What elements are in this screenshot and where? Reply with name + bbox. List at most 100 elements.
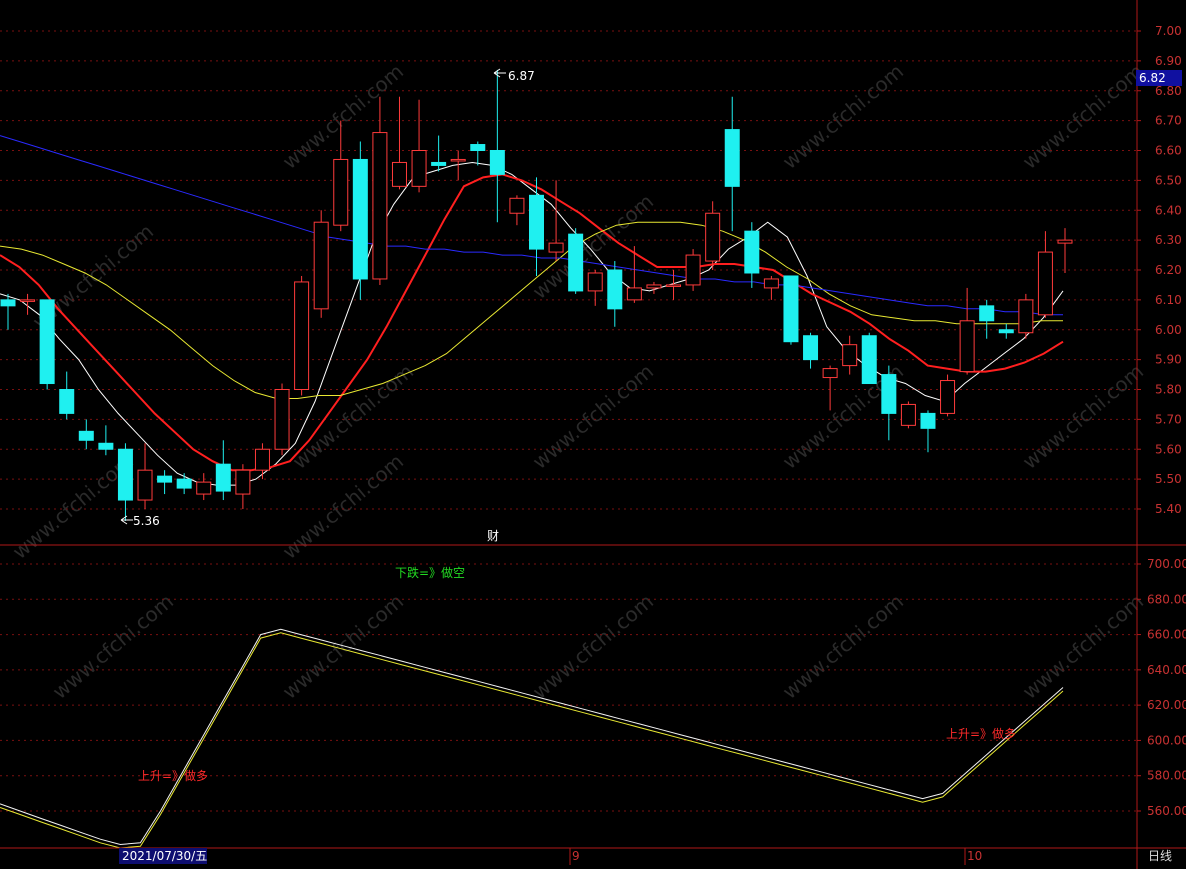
candle-down: [59, 389, 75, 414]
candle-up: [235, 469, 251, 495]
moving-average-lines: [0, 135, 1064, 486]
candle-up: [842, 344, 858, 367]
osc-tick-label: 700.00: [1147, 557, 1186, 571]
candle-up: [196, 481, 212, 495]
osc-tick-label: 660.00: [1147, 628, 1186, 642]
annotation-up-left: 上升=》做多: [138, 768, 208, 783]
candle-down: [568, 233, 584, 292]
watermark-text: www.cfchi.com: [528, 359, 658, 474]
candle-down: [920, 412, 936, 429]
osc-tick-label: 560.00: [1147, 804, 1186, 818]
watermark-text: www.cfchi.com: [278, 589, 408, 704]
month-label-10: 10: [967, 849, 982, 863]
finance-marker: 财: [487, 529, 499, 543]
watermark-layer: www.cfchi.com www.cfchi.com www.cfchi.com w…: [8, 59, 1148, 704]
osc-tick-label: 600.00: [1147, 733, 1186, 747]
candle-down: [78, 430, 94, 441]
period-label[interactable]: 日线: [1148, 849, 1172, 863]
candle-up: [763, 278, 779, 289]
osc-line-1: [0, 632, 1064, 849]
candle-up: [450, 158, 466, 162]
price-tick-label: 5.50: [1155, 472, 1182, 486]
candle-up: [509, 197, 525, 214]
date-label: 2021/07/30/五: [122, 849, 207, 863]
high-pointer: [493, 68, 506, 78]
candle-up: [313, 221, 329, 310]
watermark-text: www.cfchi.com: [1018, 59, 1148, 174]
candle-down: [157, 475, 173, 483]
watermark-text: www.cfchi.com: [48, 589, 178, 704]
osc-line-0: [0, 628, 1064, 846]
candle-up: [900, 403, 916, 426]
price-tick-label: 5.40: [1155, 502, 1182, 516]
annotation-down: 下跌=》做空: [395, 565, 465, 580]
price-tick-label: 6.70: [1155, 114, 1182, 128]
candle-up: [587, 272, 603, 292]
candle-up: [372, 132, 388, 280]
candle-up: [137, 469, 153, 501]
price-tick-label: 5.70: [1155, 412, 1182, 426]
osc-tick-label: 620.00: [1147, 698, 1186, 712]
candle-up: [333, 158, 349, 226]
low-pointer: [120, 515, 133, 525]
candle-down: [529, 194, 544, 250]
candle-up: [411, 150, 427, 187]
price-tick-label: 6.00: [1155, 323, 1182, 337]
candle-up: [940, 380, 956, 414]
price-tick-label: 6.40: [1155, 203, 1182, 217]
price-tick-label: 5.90: [1155, 353, 1182, 367]
candle-up: [391, 161, 407, 187]
candle-down: [117, 448, 133, 501]
candle-down: [998, 329, 1014, 334]
watermark-text: www.cfchi.com: [1018, 359, 1148, 474]
candle-down: [470, 144, 486, 151]
price-tick-label: 7.00: [1155, 24, 1182, 38]
candle-up: [20, 299, 36, 302]
candle-up: [548, 242, 564, 253]
candle-down: [176, 478, 192, 489]
candle-up: [1037, 251, 1053, 316]
candle-down: [724, 129, 740, 187]
candle-up: [685, 254, 701, 286]
candle-up: [959, 320, 975, 373]
high-price-label: 6.87: [508, 69, 535, 83]
candle-up: [646, 284, 662, 289]
watermark-text: www.cfchi.com: [778, 59, 908, 174]
price-tick-label: 6.10: [1155, 293, 1182, 307]
price-tick-label: 5.80: [1155, 383, 1182, 397]
candle-up: [666, 284, 682, 287]
watermark-text: www.cfchi.com: [778, 589, 908, 704]
osc-tick-label: 680.00: [1147, 592, 1186, 606]
watermark-text: www.cfchi.com: [278, 59, 408, 174]
watermark-text: www.cfchi.com: [1018, 589, 1148, 704]
candle-up: [626, 287, 642, 301]
price-tick-label: 6.90: [1155, 54, 1182, 68]
low-price-label: 5.36: [133, 514, 160, 528]
candle-up: [705, 212, 721, 262]
candle-down: [607, 269, 623, 310]
osc-tick-label: 640.00: [1147, 663, 1186, 677]
candle-up: [1057, 239, 1073, 244]
candle-down: [803, 335, 819, 361]
candle-down: [352, 158, 368, 280]
oscillator-lines: [0, 628, 1064, 849]
candle-down: [861, 335, 877, 385]
candle-down: [39, 299, 55, 385]
price-tick-label: 6.20: [1155, 263, 1182, 277]
candle-down: [215, 463, 231, 492]
candle-down: [98, 442, 114, 450]
osc-tick-label: 580.00: [1147, 769, 1186, 783]
candle-down: [783, 275, 799, 343]
price-tick-label: 6.50: [1155, 173, 1182, 187]
candle-up: [822, 368, 838, 379]
current-price-text: 6.82: [1139, 71, 1166, 85]
candle-down: [744, 230, 760, 274]
candle-up: [254, 448, 270, 471]
candle-down: [489, 150, 505, 175]
candle-up: [294, 281, 310, 391]
candle-down: [0, 299, 16, 307]
candle-down: [881, 374, 897, 414]
watermark-text: www.cfchi.com: [528, 589, 658, 704]
price-tick-label: 6.60: [1155, 144, 1182, 158]
stock-chart: www.cfchi.com www.cfchi.com www.cfchi.com w…: [0, 0, 1186, 869]
